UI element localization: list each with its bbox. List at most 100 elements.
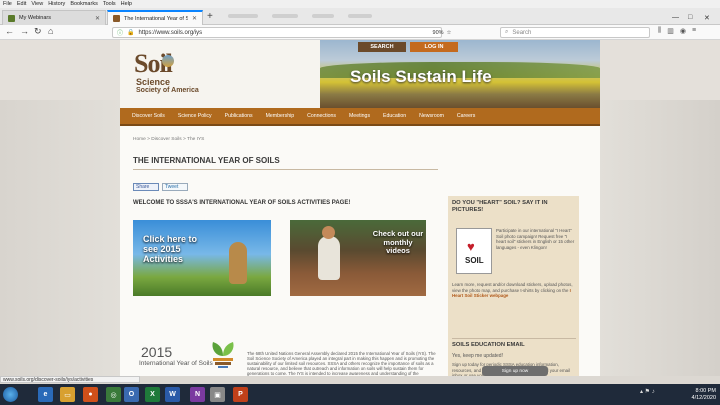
- menu-file[interactable]: File: [3, 1, 12, 7]
- browser-menubar: File Edit View History Bookmarks Tools H…: [0, 0, 720, 8]
- nav-discover-soils[interactable]: Discover Soils: [132, 113, 165, 119]
- header-search-button[interactable]: SEARCH: [358, 42, 406, 52]
- breadcrumb[interactable]: Home > Discover Soils > The IYS: [133, 137, 204, 142]
- tab-my-webinars[interactable]: My Webinars ✕: [2, 10, 106, 25]
- tweet-button[interactable]: Tweet: [162, 183, 188, 191]
- scientist-image: [318, 236, 340, 280]
- url-bar[interactable]: ⓘ 🔒 https://www.soils.org/iys: [112, 27, 442, 38]
- videos-promo-text: Check out our monthly videos: [372, 229, 424, 255]
- windows-taskbar: e ▭ ● ◎ O X W N ▣ P ▴ ⚑ ♪ 8:00 PM 4/12/2…: [0, 384, 720, 405]
- lock-icon: 🔒: [127, 30, 135, 36]
- chrome-icon[interactable]: ◎: [106, 387, 121, 402]
- ie-icon[interactable]: e: [38, 387, 53, 402]
- app-icon[interactable]: ▣: [210, 387, 225, 402]
- excel-icon[interactable]: X: [145, 387, 160, 402]
- search-bar[interactable]: ⌕ Search: [500, 27, 650, 38]
- nav-science-policy[interactable]: Science Policy: [178, 113, 212, 119]
- info-icon[interactable]: ⓘ: [117, 28, 123, 37]
- videos-promo-banner[interactable]: Check out our monthly videos: [290, 220, 426, 296]
- nav-newsroom[interactable]: Newsroom: [419, 113, 444, 119]
- firefox-icon[interactable]: ●: [83, 387, 98, 402]
- prairie-dog-image: [229, 242, 247, 284]
- tab-iys[interactable]: The International Year of Soils ✕: [107, 10, 203, 25]
- powerpoint-icon[interactable]: P: [233, 387, 248, 402]
- education-email-heading: SOILS EDUCATION EMAIL: [452, 338, 576, 348]
- nav-membership[interactable]: Membership: [266, 113, 295, 119]
- iys-year: 2015: [141, 344, 173, 360]
- forward-arrow-icon[interactable]: →: [20, 26, 29, 36]
- outlook-icon[interactable]: O: [124, 387, 139, 402]
- webinar-favicon-icon: [8, 14, 15, 22]
- i-heart-soil-sticker[interactable]: ♥ SOIL: [456, 228, 492, 274]
- stay-updated-text: Yes, keep me updated!: [452, 353, 503, 359]
- nav-education[interactable]: Education: [383, 113, 406, 119]
- close-icon[interactable]: ✕: [192, 15, 197, 22]
- menu-bookmarks[interactable]: Bookmarks: [70, 1, 98, 7]
- menu-edit[interactable]: Edit: [17, 1, 26, 7]
- extension-icon[interactable]: ◉: [680, 27, 686, 35]
- taskbar-clock[interactable]: 8:00 PM 4/12/2020: [680, 388, 716, 402]
- iys-subtitle: International Year of Soils: [139, 360, 213, 367]
- clock-time: 8:00 PM: [695, 388, 716, 394]
- bookmark-star-icon[interactable]: ☆: [447, 30, 452, 36]
- zoom-level: 90%: [432, 29, 444, 36]
- page-background-left: [0, 100, 120, 376]
- sidebar-icon[interactable]: ▥: [667, 27, 674, 35]
- minimize-icon[interactable]: —: [672, 14, 679, 21]
- content-area: Home > Discover Soils > The IYS THE INTE…: [120, 126, 600, 376]
- library-icon[interactable]: ⫼: [658, 27, 661, 35]
- status-url: www.soils.org/discover-soils/iys/activit…: [3, 376, 94, 383]
- sticker-word: SOIL: [465, 256, 484, 265]
- menu-view[interactable]: View: [31, 1, 43, 7]
- close-icon[interactable]: ✕: [95, 15, 100, 22]
- logo-society-text: Society of America: [136, 87, 199, 94]
- heart-soil-text: Participate in our international "I Hear…: [496, 228, 575, 250]
- menu-history[interactable]: History: [48, 1, 65, 7]
- nav-meetings[interactable]: Meetings: [349, 113, 370, 119]
- nav-careers[interactable]: Careers: [457, 113, 475, 119]
- nav-connections[interactable]: Connections: [307, 113, 336, 119]
- close-window-icon[interactable]: ✕: [704, 14, 710, 22]
- sssa-logo[interactable]: Soil Science Society of America: [134, 49, 214, 99]
- site-header: Soil Science Society of America SEARCH L…: [120, 40, 600, 108]
- share-label: Share: [136, 184, 150, 190]
- scientist-head: [322, 226, 335, 239]
- word-icon[interactable]: W: [165, 387, 180, 402]
- reload-icon[interactable]: ↻: [34, 26, 42, 37]
- start-button[interactable]: [3, 387, 18, 402]
- title-divider: [133, 169, 438, 170]
- zoom-indicator[interactable]: 90% ☆: [427, 27, 457, 38]
- header-login-button[interactable]: LOG IN: [410, 42, 458, 52]
- system-tray-icons[interactable]: ▴ ⚑ ♪: [640, 388, 655, 395]
- tweet-label: Tweet: [165, 184, 179, 190]
- menu-help[interactable]: Help: [121, 1, 132, 7]
- new-tab-button[interactable]: +: [207, 11, 213, 22]
- blurred-tab-placeholders: [228, 14, 372, 18]
- menu-hamburger-icon[interactable]: ≡: [692, 27, 696, 35]
- iys-2015-logo: 2015 International Year of Soils: [133, 342, 243, 376]
- menu-tools[interactable]: Tools: [103, 1, 116, 7]
- page-title: THE INTERNATIONAL YEAR OF SOILS: [133, 156, 280, 165]
- maximize-icon[interactable]: □: [688, 14, 692, 21]
- welcome-heading: WELCOME TO SSSA'S INTERNATIONAL YEAR OF …: [133, 200, 351, 206]
- tab-label: The International Year of Soils: [124, 15, 188, 22]
- browser-navbar: ← → ↻ ⌂ ⓘ 🔒 https://www.soils.org/iys 90…: [0, 25, 720, 40]
- file-explorer-icon[interactable]: ▭: [60, 387, 75, 402]
- clock-date: 4/12/2020: [691, 395, 716, 401]
- tab-label: My Webinars: [19, 15, 51, 21]
- home-icon[interactable]: ⌂: [48, 26, 53, 36]
- tab-strip: My Webinars ✕ The International Year of …: [0, 8, 720, 25]
- onenote-icon[interactable]: N: [190, 387, 205, 402]
- heart-icon: ♥: [467, 239, 475, 254]
- search-placeholder: Search: [512, 29, 532, 36]
- signup-button[interactable]: Sign up now: [482, 366, 548, 376]
- heart-soil-more-body: Learn more, request and/or download stic…: [452, 282, 573, 293]
- back-arrow-icon[interactable]: ←: [5, 26, 14, 36]
- activities-promo-text: Click here to see 2015 Activities: [143, 234, 198, 264]
- activities-promo-banner[interactable]: Click here to see 2015 Activities: [133, 220, 271, 296]
- page-background-right: [600, 100, 720, 376]
- facebook-share-button[interactable]: Share: [133, 183, 159, 191]
- logo-science-text: Science: [136, 77, 171, 87]
- logo-globe-icon: [162, 55, 174, 67]
- nav-publications[interactable]: Publications: [225, 113, 253, 119]
